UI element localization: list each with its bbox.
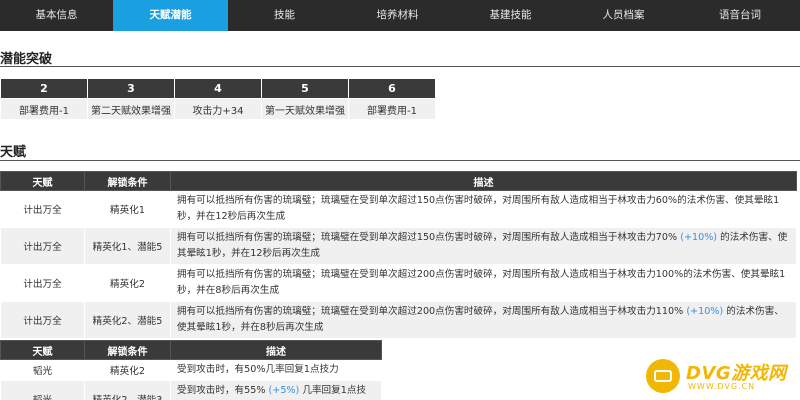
gamepad-icon <box>646 359 680 393</box>
header-talent: 天赋 <box>0 171 85 191</box>
talent-name: 计出万全 <box>0 190 85 228</box>
talent-condition: 精英化2、潜能3 <box>84 380 171 400</box>
potential-table: 2 3 4 5 6 部署费用-1 第二天赋效果增强 攻击力+34 第一天赋效果增… <box>0 78 436 120</box>
talent-desc: 受到攻击时，有50%几率回复1点技力 <box>170 359 382 381</box>
potential-level: 5 <box>261 78 349 99</box>
talent-condition: 精英化2 <box>84 359 171 381</box>
tab-base-skills[interactable]: 基建技能 <box>454 0 567 31</box>
talent-desc: 拥有可以抵挡所有伤害的琉璃璧；琉璃璧在受到单次超过200点伤害时破碎，对周围所有… <box>170 301 797 339</box>
table-row: 计出万全 精英化1、潜能5 拥有可以抵挡所有伤害的琉璃璧；琉璃璧在受到单次超过1… <box>0 227 797 265</box>
talent-condition: 精英化1 <box>84 190 171 228</box>
talent-name: 计出万全 <box>0 264 85 302</box>
talent-condition: 精英化2、潜能5 <box>84 301 171 339</box>
table-row: 韬光 精英化2 受到攻击时，有50%几率回复1点技力 <box>0 359 382 381</box>
potential-level: 3 <box>87 78 175 99</box>
talent-table: 天赋 解锁条件 描述 计出万全 精英化1 拥有可以抵挡所有伤害的琉璃璧；琉璃璧在… <box>0 171 797 339</box>
tab-basic-info[interactable]: 基本信息 <box>0 0 113 31</box>
divider <box>0 160 800 161</box>
talent-title: 天赋 <box>0 145 27 160</box>
table-row: 计出万全 精英化1 拥有可以抵挡所有伤害的琉璃璧；琉璃璧在受到单次超过150点伤… <box>0 190 797 228</box>
bonus-value: (+5%) <box>268 385 300 396</box>
potential-effect: 第二天赋效果增强 <box>87 98 175 120</box>
bonus-value: (+10%) <box>680 232 718 243</box>
header-desc: 描述 <box>170 340 382 360</box>
header-desc: 描述 <box>170 171 797 191</box>
talent-condition: 精英化1、潜能5 <box>84 227 171 265</box>
talent-name: 韬光 <box>0 380 85 400</box>
tab-skills[interactable]: 技能 <box>228 0 341 31</box>
header-condition: 解锁条件 <box>84 171 171 191</box>
talent-desc: 拥有可以抵挡所有伤害的琉璃璧；琉璃璧在受到单次超过150点伤害时破碎，对周围所有… <box>170 190 797 228</box>
potential-effect: 部署费用-1 <box>348 98 436 120</box>
talent-desc: 受到攻击时，有55% (+5%) 几率回复1点技力 <box>170 380 382 400</box>
tab-bar: 基本信息 天赋潜能 技能 培养材料 基建技能 人员档案 语音台词 <box>0 0 800 31</box>
talent-desc: 拥有可以抵挡所有伤害的琉璃璧；琉璃璧在受到单次超过200点伤害时破碎，对周围所有… <box>170 264 797 302</box>
talent-name: 计出万全 <box>0 227 85 265</box>
potential-effect: 攻击力+34 <box>174 98 262 120</box>
header-talent: 天赋 <box>0 340 85 360</box>
watermark-url: WWW.DVG.CN <box>688 382 756 391</box>
potential-level: 2 <box>0 78 88 99</box>
tab-materials[interactable]: 培养材料 <box>341 0 454 31</box>
table-row: 计出万全 精英化2、潜能5 拥有可以抵挡所有伤害的琉璃璧；琉璃璧在受到单次超过2… <box>0 301 797 339</box>
tab-profile[interactable]: 人员档案 <box>567 0 680 31</box>
divider <box>0 66 800 67</box>
desc-text: 受到攻击时，有55% <box>177 385 266 396</box>
watermark-logo: DVG游戏网 WWW.DVG.CN <box>646 357 796 395</box>
potential-level: 6 <box>348 78 436 99</box>
talent-condition: 精英化2 <box>84 264 171 302</box>
tab-voice[interactable]: 语音台词 <box>680 0 800 31</box>
talent-name: 计出万全 <box>0 301 85 339</box>
desc-text: 拥有可以抵挡所有伤害的琉璃璧；琉璃璧在受到单次超过200点伤害时破碎，对周围所有… <box>177 306 684 317</box>
talent-desc: 拥有可以抵挡所有伤害的琉璃璧；琉璃璧在受到单次超过150点伤害时破碎，对周围所有… <box>170 227 797 265</box>
potential-level: 4 <box>174 78 262 99</box>
potential-effect: 第一天赋效果增强 <box>261 98 349 120</box>
potential-effect: 部署费用-1 <box>0 98 88 120</box>
bonus-value: (+10%) <box>686 306 724 317</box>
talent-table-2: 天赋 解锁条件 描述 韬光 精英化2 受到攻击时，有50%几率回复1点技力 韬光… <box>0 340 382 400</box>
desc-text: 拥有可以抵挡所有伤害的琉璃璧；琉璃璧在受到单次超过150点伤害时破碎，对周围所有… <box>177 232 678 243</box>
header-condition: 解锁条件 <box>84 340 171 360</box>
talent-name: 韬光 <box>0 359 85 381</box>
tab-talent-potential[interactable]: 天赋潜能 <box>113 0 228 31</box>
table-row: 韬光 精英化2、潜能3 受到攻击时，有55% (+5%) 几率回复1点技力 <box>0 380 382 400</box>
table-row: 计出万全 精英化2 拥有可以抵挡所有伤害的琉璃璧；琉璃璧在受到单次超过200点伤… <box>0 264 797 302</box>
potential-title: 潜能突破 <box>0 52 53 67</box>
